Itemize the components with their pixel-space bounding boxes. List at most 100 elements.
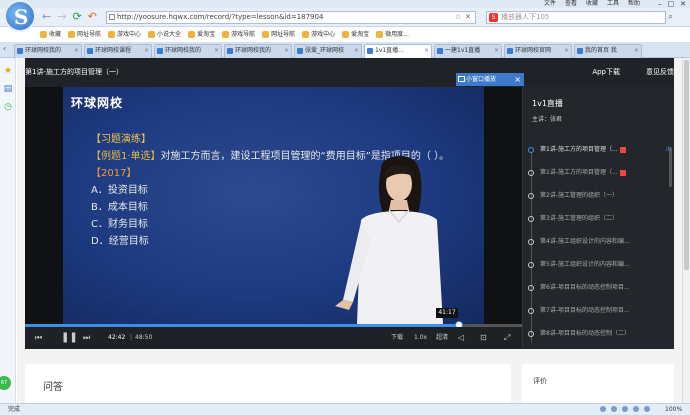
close-tab-icon[interactable]: × [354,45,359,57]
quality-button[interactable]: 超清 [436,332,448,344]
app-download-link[interactable]: App下载 [592,67,620,77]
status-icons [600,406,650,412]
star-icon[interactable]: ★ [3,66,13,76]
page-icon [109,14,115,20]
page-scrollbar[interactable] [682,58,690,403]
mini-window-button[interactable]: 小窗口播放 × [456,73,524,86]
lesson-title: 第6讲-项目目标的动态控制项目... [540,284,630,291]
browser-tab[interactable]: 环球网校我的 × [224,44,292,58]
site-icon [148,31,156,38]
back-icon[interactable]: ← [42,11,51,23]
video-player[interactable]: 环球网校 【习题演练】 【例题1·单选】对施工方而言，建设工程项目管理的“费用目… [25,73,524,349]
bookmark-item[interactable]: 微用度... [376,28,409,41]
browser-tab[interactable]: 环球网校我的 × [14,44,82,58]
lesson-item[interactable]: 第1讲-施工方的项目管理（... [528,168,671,191]
lesson-dot [528,308,534,314]
lesson-item[interactable]: 第3讲-施工管理的组织（二） [528,214,671,237]
lesson-item[interactable]: 第4讲-施工组织设计的内容和编... [528,237,671,260]
browser-tab[interactable]: 张爱_环球网校 × [294,44,362,58]
fullscreen-icon[interactable]: ⤢ [504,332,510,344]
document-icon[interactable]: ▤ [3,84,13,94]
menu-help[interactable]: 帮助 [628,0,640,8]
status-icon[interactable] [622,406,628,412]
status-icon[interactable] [644,406,650,412]
lesson-dot [528,285,534,291]
site-icon [367,48,373,54]
floating-helper-icon[interactable]: 67 [0,376,11,390]
close-tab-icon[interactable]: × [494,45,499,57]
undo-icon[interactable]: ↶ [88,11,97,23]
lesson-item[interactable]: 第1讲-施工方的项目管理（... ılı [528,145,671,168]
scroll-thumb[interactable] [684,60,689,270]
lesson-item[interactable]: 第6讲-项目目标的动态控制项目... [528,283,671,306]
close-window-icon[interactable]: ✕ [680,0,686,8]
lesson-item[interactable]: 第8讲-项目目标的动态控制（二） [528,329,671,352]
screenshot-icon[interactable]: ⊡ [480,332,487,344]
bookmark-label: 游戏中心 [117,31,142,38]
menu-tools[interactable]: 工具 [607,0,619,8]
menu-file[interactable]: 文件 [544,0,556,8]
speed-button[interactable]: 1.0x [414,332,427,344]
lesson-item[interactable]: 第5讲-施工组织设计的内容和编... [528,260,671,283]
previous-icon[interactable]: ⏮ [35,332,42,344]
search-input[interactable]: S 播放器人下105 [486,11,666,24]
forward-icon[interactable]: → [57,11,66,23]
video-frame[interactable]: 环球网校 【习题演练】 【例题1·单选】对施工方而言，建设工程项目管理的“费用目… [63,87,484,324]
close-mini-icon[interactable]: × [514,73,521,86]
status-icon[interactable] [611,406,617,412]
menu-view[interactable]: 查看 [565,0,577,8]
search-icon[interactable]: ⌕ [668,11,682,24]
browser-tab[interactable]: 环球网校官网 × [504,44,572,58]
bookmark-item[interactable]: 收藏 [40,28,61,41]
browser-tab[interactable]: 环球网校我的 × [154,44,222,58]
bookmark-item[interactable]: 游戏中心 [302,28,335,41]
bookmark-item[interactable]: 网址导航 [262,28,295,41]
browser-tab[interactable]: 我的首页 我 × [574,44,642,58]
next-icon[interactable]: ⏭ [83,332,90,344]
pause-icon[interactable]: ❚❚ [61,332,78,344]
close-tab-icon[interactable]: × [564,45,569,57]
browser-tab-active[interactable]: 1v1直播... × [364,44,432,58]
close-tab-icon[interactable]: × [634,45,639,57]
menu-favorites[interactable]: 收藏 [586,0,598,8]
feedback-link[interactable]: 意见反馈 [646,67,674,77]
bookmark-item[interactable]: 网址导航 [68,28,101,41]
browser-tab[interactable]: 一建1v1直播 × [434,44,502,58]
browser-logo[interactable]: S [4,0,36,32]
tab-scroll-left-icon[interactable]: ‹ [3,44,6,53]
close-tab-icon[interactable]: × [214,45,219,57]
course-header: 第1讲-施工方的项目管理（一） App下载 意见反馈 [25,58,674,87]
zoom-level[interactable]: 100% [665,404,682,415]
lesson-item[interactable]: 第7讲-项目目标的动态控制项目... [528,306,671,329]
status-bar: 完成 100% [0,403,690,415]
clock-icon[interactable]: ◷ [3,102,13,112]
close-tab-icon[interactable]: × [284,45,289,57]
lesson-title: 第7讲-项目目标的动态控制项目... [540,307,630,314]
bookmark-item[interactable]: 爱淘宝 [188,28,215,41]
address-bar[interactable]: http://yoosure.hqwx.com/record/?type=les… [106,11,476,24]
close-tab-icon[interactable]: × [74,45,79,57]
status-icon[interactable] [600,406,606,412]
maximize-icon[interactable]: □ [668,0,675,8]
close-tab-icon[interactable]: × [424,45,429,57]
browser-tab[interactable]: 环球网校课程 × [84,44,152,58]
clear-url-icon[interactable]: ✕ [465,12,471,23]
lesson-dot [528,147,534,153]
download-button[interactable]: 下载 [391,332,403,344]
course-title: 第1讲-施工方的项目管理（一） [25,68,123,76]
status-icon[interactable] [633,406,639,412]
volume-icon[interactable]: ◁ [458,332,464,344]
bookmark-item[interactable]: 游戏导航 [222,28,255,41]
star-icon[interactable]: ☆ [455,12,461,23]
bookmark-item[interactable]: 小说大全 [148,28,181,41]
refresh-icon[interactable]: ⟳ [72,11,81,23]
search-engine-icon[interactable]: S [489,13,498,22]
bookmark-item[interactable]: 游戏中心 [108,28,141,41]
bookmark-item[interactable]: 爱淘宝 [342,28,369,41]
lesson-item[interactable]: 第2讲-施工管理的组织（一） [528,191,671,214]
minimize-icon[interactable]: – [658,0,662,8]
tab-label: 环球网校课程 [95,47,132,54]
site-icon [68,31,76,38]
lesson-list: 第1讲-施工方的项目管理（... ılı 第1讲-施工方的项目管理（... 第2讲… [528,145,671,352]
close-tab-icon[interactable]: × [144,45,149,57]
